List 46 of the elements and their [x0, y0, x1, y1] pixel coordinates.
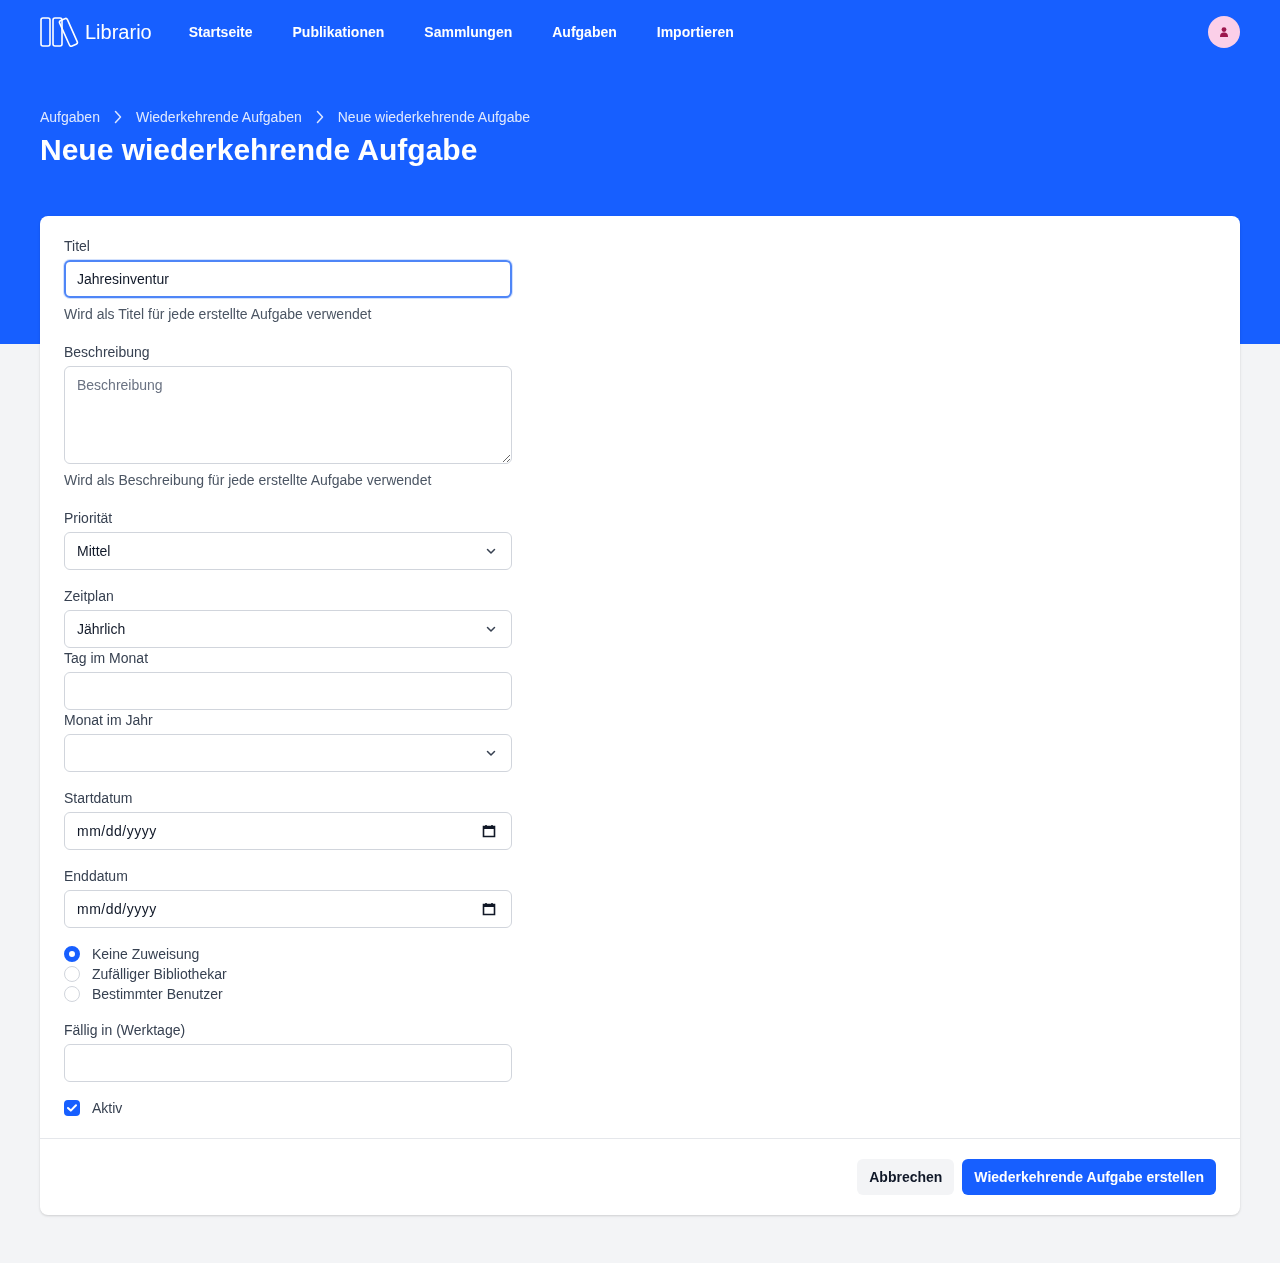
field-label: Startdatum — [64, 789, 133, 808]
field-label: Tag im Monat — [64, 649, 149, 668]
date-field[interactable]: mm/dd/yyyy — [64, 812, 512, 850]
text-field[interactable]: Jahresinventur — [64, 260, 512, 298]
help-text: Wird als Beschreibung für jede erstellte Aufgabe verwendet — [64, 471, 432, 490]
check-icon — [67, 1104, 77, 1112]
text-field[interactable] — [64, 1044, 512, 1082]
radio-button[interactable] — [64, 946, 80, 962]
calendar-icon[interactable] — [482, 902, 496, 916]
nav-link[interactable]: Startseite — [188, 22, 253, 42]
field-label: Beschreibung — [64, 343, 150, 362]
user-icon — [1220, 27, 1228, 37]
logo-icon[interactable] — [40, 17, 81, 47]
avatar-button[interactable] — [1208, 16, 1240, 48]
date-field[interactable]: mm/dd/yyyy — [64, 890, 512, 928]
chevron-right-icon — [113, 110, 122, 124]
breadcrumb-link[interactable]: Neue wiederkehrende Aufgabe — [337, 107, 530, 127]
field-label: Titel — [64, 237, 90, 256]
radio-label[interactable]: Keine Zuweisung — [92, 944, 200, 964]
field-label: Fällig in (Werktage) — [64, 1021, 186, 1040]
calendar-icon[interactable] — [482, 824, 496, 838]
select-field[interactable]: Mittel — [64, 532, 512, 570]
textarea-field[interactable]: Beschreibung — [64, 366, 512, 464]
select-field[interactable]: Jährlich — [64, 610, 512, 648]
field-label: Zeitplan — [64, 587, 114, 606]
breadcrumb-link[interactable]: Aufgaben — [40, 107, 100, 127]
field-label: Enddatum — [64, 867, 128, 886]
help-text: Wird als Titel für jede erstellte Aufgabe verwendet — [64, 305, 372, 324]
nav-link[interactable]: Sammlungen — [424, 22, 513, 42]
brand-name[interactable]: Librario — [85, 18, 152, 46]
field-label: Monat im Jahr — [64, 711, 153, 730]
nav-link[interactable]: Publikationen — [292, 22, 385, 42]
radio-label[interactable]: Zufälliger Bibliothekar — [92, 964, 227, 984]
cancel-button[interactable]: Abbrechen — [857, 1159, 955, 1195]
nav-link[interactable]: Importieren — [656, 22, 734, 42]
select-field[interactable] — [64, 734, 512, 772]
checkbox-label[interactable]: Aktiv — [92, 1098, 123, 1118]
create-button[interactable]: Wiederkehrende Aufgabe erstellen — [962, 1159, 1216, 1195]
page-title: Neue wiederkehrende Aufgabe — [40, 132, 478, 168]
text-field[interactable] — [64, 672, 512, 710]
field-label: Priorität — [64, 509, 113, 528]
nav-link[interactable]: Aufgaben — [552, 22, 617, 42]
chevron-right-icon — [315, 110, 324, 124]
radio-label[interactable]: Bestimmter Benutzer — [92, 984, 223, 1004]
checkbox[interactable] — [64, 1100, 80, 1116]
breadcrumb-link[interactable]: Wiederkehrende Aufgaben — [135, 107, 302, 127]
